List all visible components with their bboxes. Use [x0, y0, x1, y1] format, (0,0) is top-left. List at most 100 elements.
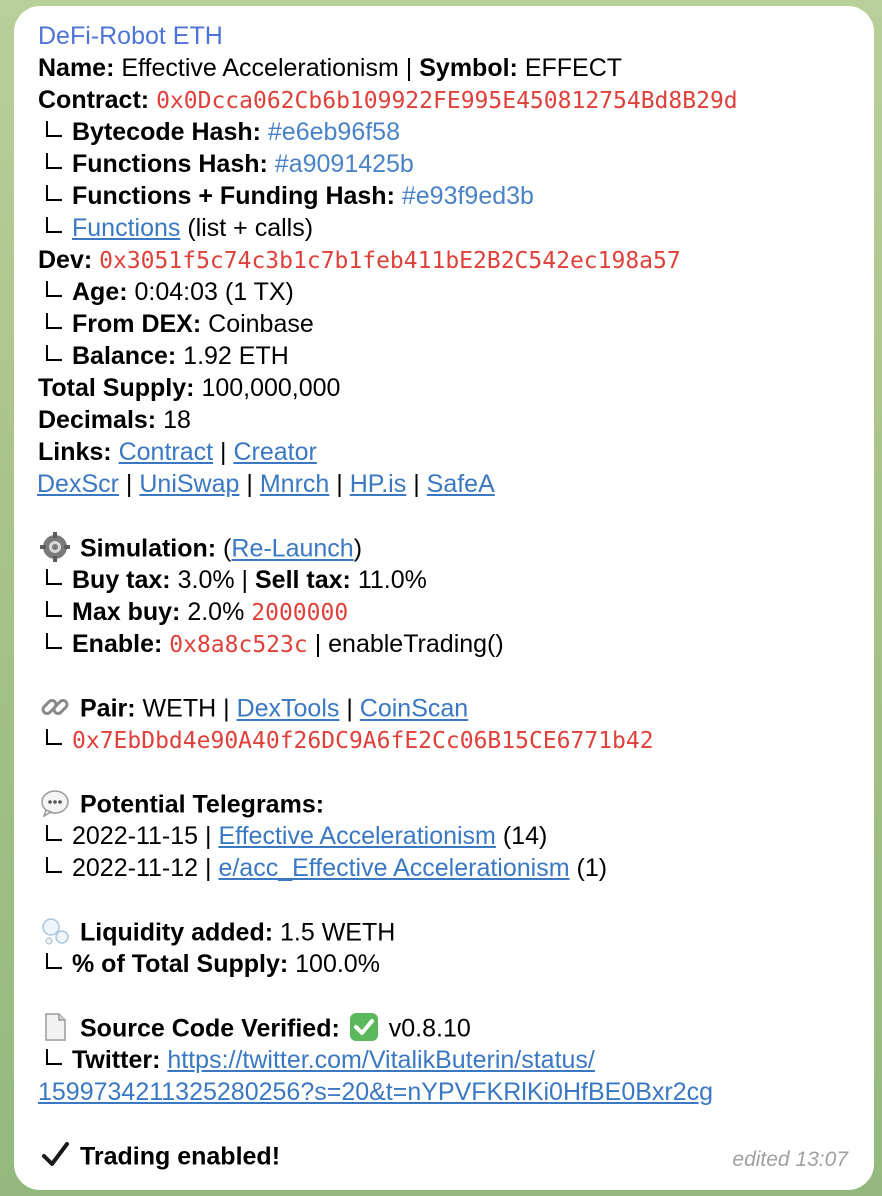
bot-name-row: DeFi-Robot ETH — [38, 20, 874, 52]
tree-corner-icon — [46, 1049, 62, 1066]
name-label: Name: — [38, 54, 115, 82]
functions-suffix: (list + calls) — [187, 214, 314, 242]
speech-bubble-icon — [41, 790, 69, 818]
buy-tax-value: 3.0% — [177, 566, 235, 594]
decimals-label: Decimals: — [38, 406, 157, 434]
link-uniswap[interactable]: UniSwap — [139, 470, 239, 498]
enable-row: Enable: 0x8a8c523c | enableTrading() — [38, 628, 874, 660]
dev-row: Dev: 0x3051f5c74c3b1c7b1feb411bE2B2C542e… — [38, 244, 874, 276]
separator: | — [204, 822, 212, 850]
pct-supply-row: % of Total Supply: 100.0% — [38, 948, 874, 980]
funding-hash-label: Functions + Funding Hash: — [72, 182, 395, 210]
link-contract[interactable]: Contract — [119, 438, 213, 466]
balance-label: Balance: — [72, 342, 177, 370]
tree-corner-icon — [46, 153, 62, 170]
max-buy-label: Max buy: — [72, 598, 181, 626]
functions-link[interactable]: Functions — [72, 214, 180, 242]
twitter-row-2: 1599734211325280256?s=20&t=nYPVFKRlKi0Hf… — [38, 1076, 874, 1108]
contract-address[interactable]: 0x0Dcca062Cb6b109922FE995E450812754Bd8B2… — [156, 88, 738, 114]
link-creator[interactable]: Creator — [233, 438, 316, 466]
link-icon — [41, 699, 69, 715]
dev-label: Dev: — [38, 246, 93, 274]
bubbles-icon — [42, 918, 69, 945]
functions-hash-row: Functions Hash: #a9091425b — [38, 148, 874, 180]
liquidity-label: Liquidity added: — [80, 918, 274, 947]
tree-corner-icon — [46, 185, 62, 202]
liquidity-row: Liquidity added: 1.5 WETH — [38, 916, 874, 948]
separator: | — [125, 470, 133, 498]
simulation-row: Simulation: (Re-Launch) — [38, 532, 874, 564]
tree-corner-icon — [46, 345, 62, 362]
bytecode-hashtag[interactable]: #e6eb96f58 — [268, 118, 400, 146]
from-dex-label: From DEX: — [72, 310, 202, 338]
bytecode-label: Bytecode Hash: — [72, 118, 261, 146]
separator: | — [336, 470, 343, 498]
bot-name[interactable]: DeFi-Robot ETH — [38, 22, 223, 50]
pair-address[interactable]: 0x7EbDbd4e90A40f26DC9A6fE2Cc06B15CE6771b… — [72, 728, 654, 754]
telegram-count: (14) — [502, 822, 548, 850]
coinscan-link[interactable]: CoinScan — [360, 695, 468, 723]
from-dex-row: From DEX: Coinbase — [38, 308, 874, 340]
liquidity-value: 1.5 WETH — [280, 918, 396, 947]
enable-label: Enable: — [72, 630, 163, 658]
simulation-label: Simulation: — [80, 534, 217, 563]
functions-hash-hashtag[interactable]: #a9091425b — [275, 150, 414, 178]
telegram-date: 2022-11-15 — [72, 822, 199, 850]
tree-corner-icon — [46, 857, 62, 874]
separator: | — [241, 566, 249, 594]
total-supply-row: Total Supply: 100,000,000 — [38, 372, 874, 404]
separator: | — [405, 54, 413, 82]
link-mnrch[interactable]: Mnrch — [260, 470, 329, 498]
buy-tax-label: Buy tax: — [72, 566, 171, 594]
links-row: Links: Contract | Creator — [38, 436, 874, 468]
total-supply-value: 100,000,000 — [201, 374, 341, 402]
dev-address[interactable]: 0x3051f5c74c3b1c7b1feb411bE2B2C542ec198a… — [99, 248, 681, 274]
tree-corner-icon — [46, 217, 62, 234]
twitter-link[interactable]: https://twitter.com/VitalikButerin/statu… — [167, 1046, 595, 1074]
separator: | — [220, 438, 227, 466]
pair-value: WETH — [142, 694, 217, 723]
link-dexscr[interactable]: DexScr — [37, 470, 119, 498]
contract-label: Contract: — [38, 86, 150, 114]
from-dex-value: Coinbase — [208, 310, 314, 338]
relaunch-link[interactable]: Re-Launch — [231, 535, 353, 563]
telegram-link[interactable]: e/acc_Effective Accelerationism — [218, 854, 569, 882]
functions-link-row: Functions (list + calls) — [38, 212, 874, 244]
link-hpis[interactable]: HP.is — [350, 470, 407, 498]
dextools-link[interactable]: DexTools — [237, 695, 340, 723]
links-row-2: DexScr | UniSwap | Mnrch | HP.is | SafeA — [37, 468, 874, 500]
telegram-count: (1) — [576, 854, 608, 882]
tree-corner-icon — [46, 601, 62, 618]
telegram-item-2: 2022-11-12 | e/acc_Effective Acceleratio… — [38, 852, 874, 884]
balance-row: Balance: 1.92 ETH — [38, 340, 874, 372]
compiler-version: v0.8.10 — [388, 1014, 471, 1043]
tree-corner-icon — [46, 313, 62, 330]
telegram-item-1: 2022-11-15 | Effective Accelerationism (… — [38, 820, 874, 852]
funding-hash-hashtag[interactable]: #e93f9ed3b — [402, 182, 534, 210]
tree-corner-icon — [46, 729, 62, 746]
name-value: Effective Accelerationism — [121, 54, 399, 82]
tree-corner-icon — [46, 825, 62, 842]
enable-signature[interactable]: 0x8a8c523c — [169, 632, 307, 658]
max-buy-pct: 2.0% — [187, 598, 245, 626]
tax-row: Buy tax: 3.0% | Sell tax: 11.0% — [38, 564, 874, 596]
separator: | — [223, 694, 230, 723]
twitter-label: Twitter: — [72, 1046, 161, 1074]
pair-address-row: 0x7EbDbd4e90A40f26DC9A6fE2Cc06B15CE6771b… — [38, 724, 874, 756]
twitter-link-continued[interactable]: 1599734211325280256?s=20&t=nYPVFKRlKi0Hf… — [38, 1078, 713, 1106]
separator: | — [246, 470, 253, 498]
twitter-row: Twitter: https://twitter.com/VitalikBute… — [38, 1044, 874, 1076]
total-supply-label: Total Supply: — [38, 374, 195, 402]
telegrams-row: Potential Telegrams: — [38, 788, 874, 820]
link-safea[interactable]: SafeA — [427, 470, 495, 498]
check-icon — [42, 1142, 69, 1166]
separator: | — [204, 854, 212, 882]
telegram-link[interactable]: Effective Accelerationism — [218, 822, 495, 850]
bytecode-row: Bytecode Hash: #e6eb96f58 — [38, 116, 874, 148]
max-buy-row: Max buy: 2.0% 2000000 — [38, 596, 874, 628]
telegram-date: 2022-11-12 — [72, 854, 199, 882]
max-buy-amount[interactable]: 2000000 — [251, 600, 348, 626]
